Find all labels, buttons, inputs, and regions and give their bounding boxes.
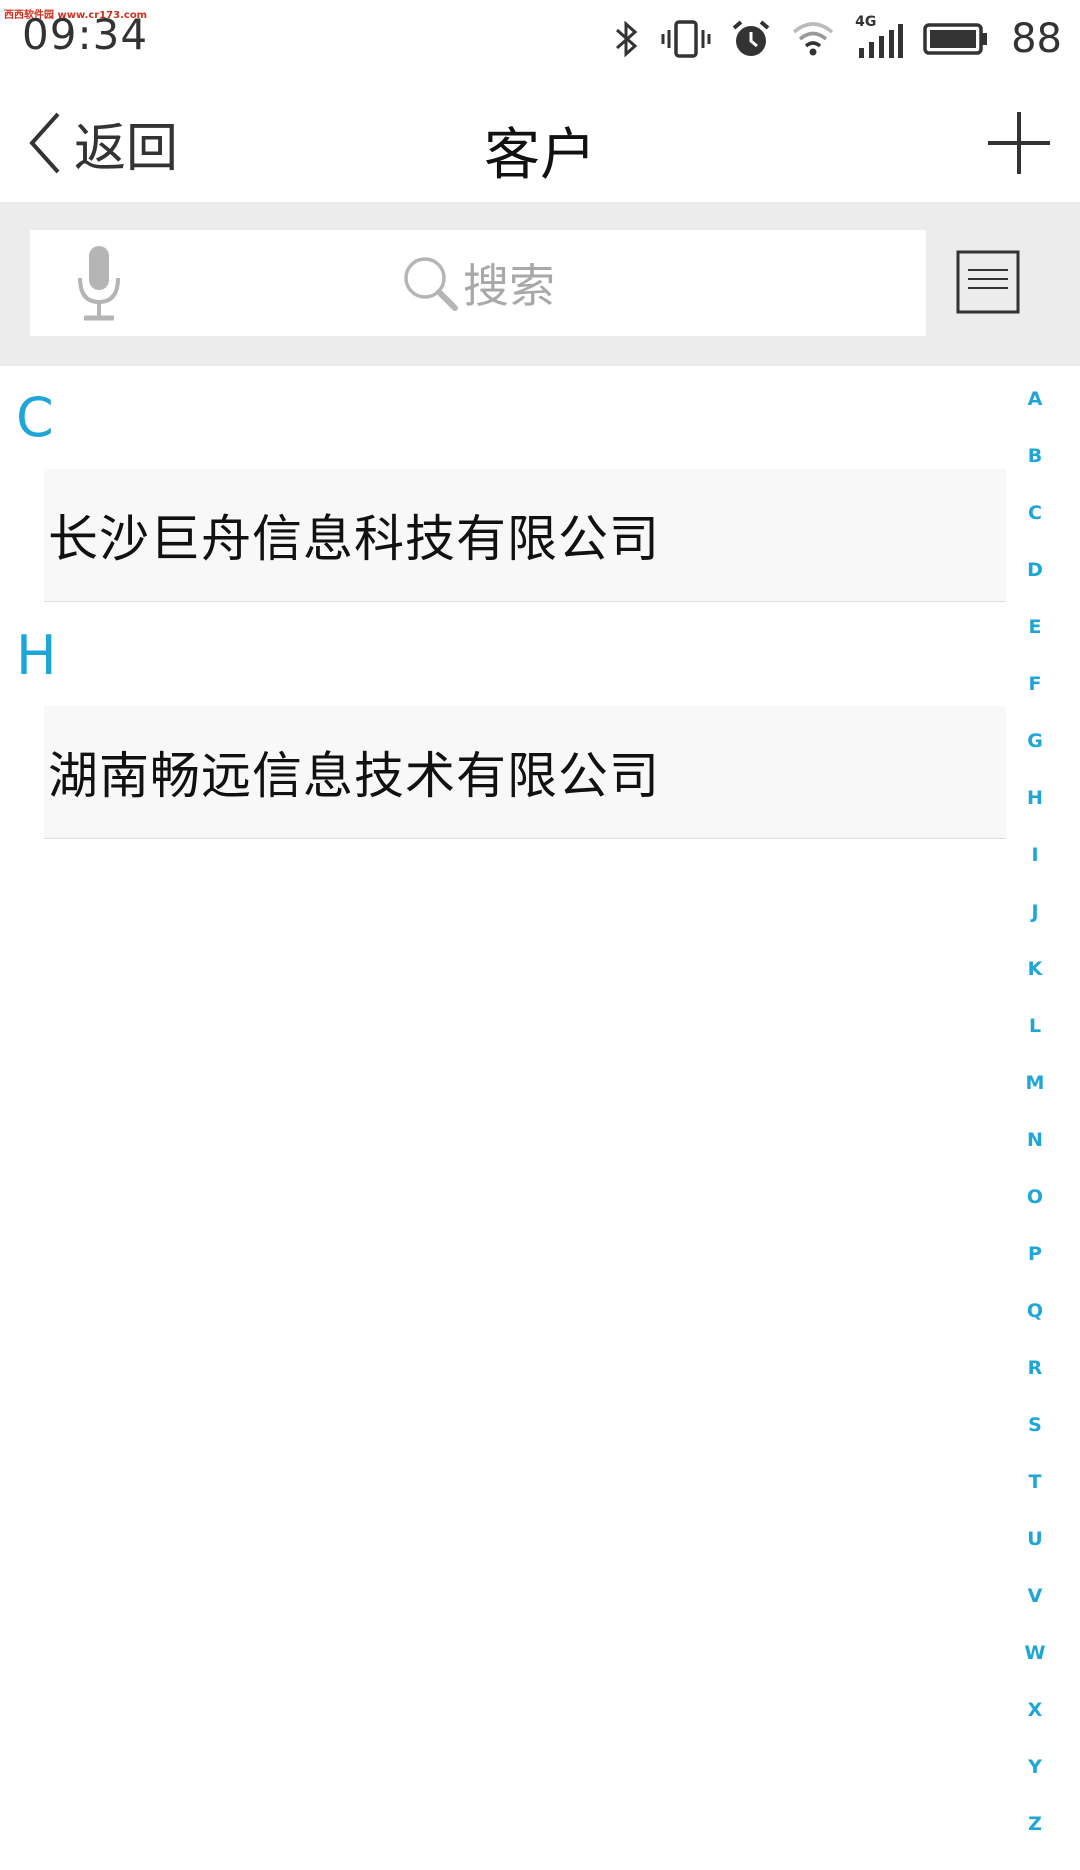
index-letter-s[interactable]: S xyxy=(1010,1414,1060,1471)
section-header-h: H xyxy=(16,624,57,687)
add-icon[interactable] xyxy=(986,110,1052,176)
index-letter-b[interactable]: B xyxy=(1010,445,1060,502)
section-header-c: C xyxy=(16,386,54,449)
index-letter-x[interactable]: X xyxy=(1010,1699,1060,1756)
search-icon xyxy=(404,257,458,311)
index-letter-z[interactable]: Z xyxy=(1010,1813,1060,1870)
signal-icon xyxy=(859,24,904,58)
index-letter-u[interactable]: U xyxy=(1010,1528,1060,1585)
search-band: 搜索 xyxy=(0,202,1080,366)
index-letter-f[interactable]: F xyxy=(1010,673,1060,730)
customer-name: 湖南畅远信息技术有限公司 xyxy=(48,747,660,805)
menu-icon[interactable] xyxy=(956,250,1020,314)
index-letter-g[interactable]: G xyxy=(1010,730,1060,787)
search-hint: 搜索 xyxy=(30,230,926,336)
list-item[interactable]: 湖南畅远信息技术有限公司 xyxy=(44,706,1006,839)
list-item[interactable]: 长沙巨舟信息科技有限公司 xyxy=(44,469,1006,602)
battery-level: 88 xyxy=(1011,16,1062,62)
status-icons: 4G 88 xyxy=(611,14,1062,64)
status-time: 09:34 xyxy=(22,10,149,59)
index-letter-a[interactable]: A xyxy=(1010,388,1060,445)
index-letter-d[interactable]: D xyxy=(1010,559,1060,616)
index-letter-y[interactable]: Y xyxy=(1010,1756,1060,1813)
search-placeholder: 搜索 xyxy=(463,259,555,313)
vibrate-icon xyxy=(661,20,711,58)
index-letter-j[interactable]: J xyxy=(1010,901,1060,958)
page-title: 客户 xyxy=(484,123,596,188)
index-letter-m[interactable]: M xyxy=(1010,1072,1060,1129)
index-letter-p[interactable]: P xyxy=(1010,1243,1060,1300)
index-letter-c[interactable]: C xyxy=(1010,502,1060,559)
wifi-icon xyxy=(792,22,834,56)
index-letter-n[interactable]: N xyxy=(1010,1129,1060,1186)
index-letter-k[interactable]: K xyxy=(1010,958,1060,1015)
index-letter-e[interactable]: E xyxy=(1010,616,1060,673)
bluetooth-icon xyxy=(616,20,638,58)
index-letter-h[interactable]: H xyxy=(1010,787,1060,844)
signal-indicator: 4G xyxy=(855,14,904,60)
search-input[interactable]: 搜索 xyxy=(30,230,926,336)
index-letter-w[interactable]: W xyxy=(1010,1642,1060,1699)
battery-icon xyxy=(923,23,988,55)
index-letter-v[interactable]: V xyxy=(1010,1585,1060,1642)
index-letter-q[interactable]: Q xyxy=(1010,1300,1060,1357)
nav-bar: 返回 客户 xyxy=(0,80,1080,202)
index-letter-i[interactable]: I xyxy=(1010,844,1060,901)
alarm-icon xyxy=(732,20,770,56)
status-bar: 09:34 4G 88 xyxy=(0,0,1080,80)
index-letter-r[interactable]: R xyxy=(1010,1357,1060,1414)
alphabet-index-bar[interactable]: ABCDEFGHIJKLMNOPQRSTUVWXYZ xyxy=(1010,388,1060,1870)
index-letter-t[interactable]: T xyxy=(1010,1471,1060,1528)
customer-name: 长沙巨舟信息科技有限公司 xyxy=(48,510,660,568)
index-letter-o[interactable]: O xyxy=(1010,1186,1060,1243)
index-letter-l[interactable]: L xyxy=(1010,1015,1060,1072)
